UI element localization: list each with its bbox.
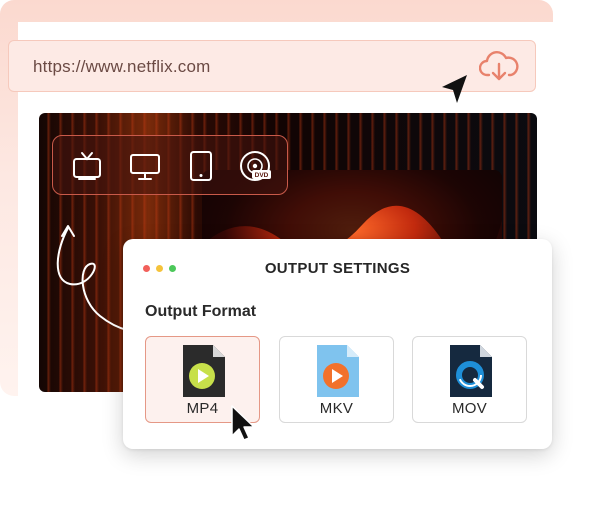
tv-icon[interactable]	[71, 150, 103, 182]
cloud-download-icon[interactable]	[479, 49, 519, 85]
dialog-title: OUTPUT SETTINGS	[264, 260, 411, 277]
device-selector: DVD	[52, 135, 288, 195]
url-text[interactable]: https://www.netflix.com	[33, 57, 211, 77]
dvd-label: DVD	[255, 172, 269, 179]
dvd-icon[interactable]: DVD	[239, 150, 271, 182]
format-option-mkv[interactable]: MKV	[279, 336, 394, 423]
format-label: MKV	[319, 400, 354, 417]
format-label: MOV	[451, 400, 488, 417]
output-format-label: Output Format	[145, 303, 257, 320]
format-option-mov[interactable]: MOV	[412, 336, 527, 423]
mkv-file-icon	[317, 345, 359, 397]
monitor-icon[interactable]	[129, 150, 161, 182]
mov-file-icon	[450, 345, 492, 397]
tablet-icon[interactable]	[185, 150, 217, 182]
mouse-cursor-icon	[231, 405, 255, 441]
navigation-arrow-icon	[442, 75, 467, 103]
mp4-file-icon	[183, 345, 225, 397]
output-settings-dialog: OUTPUT SETTINGS Output Format MP4 MKV MO…	[123, 239, 552, 449]
